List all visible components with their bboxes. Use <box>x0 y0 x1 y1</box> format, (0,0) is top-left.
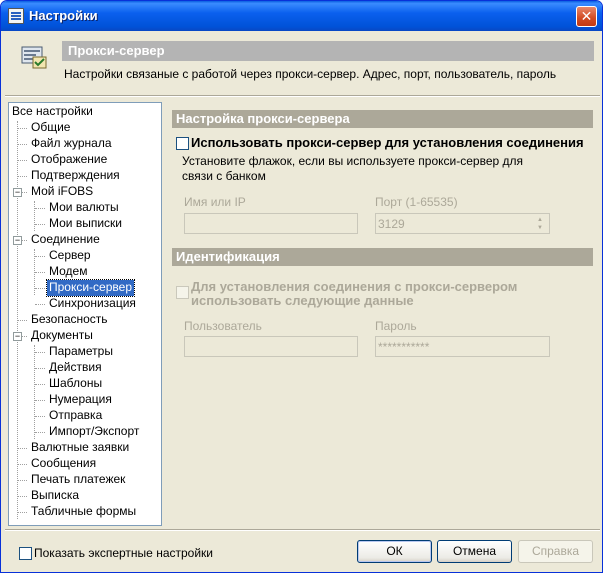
tree-item[interactable]: Общие <box>29 120 72 136</box>
footer-divider <box>5 529 600 531</box>
tree-item[interactable]: Документы <box>29 328 95 344</box>
tree-item[interactable]: Модем <box>47 264 89 280</box>
tree-item[interactable]: Нумерация <box>47 392 114 408</box>
port-value: 3129 <box>378 217 405 231</box>
header-title-bar: Прокси-сервер <box>62 41 594 61</box>
proxy-settings-icon <box>21 46 47 69</box>
tree-connector <box>18 496 27 497</box>
password-label: Пароль <box>375 319 417 333</box>
tree-item[interactable]: Прокси-сервер <box>46 279 135 297</box>
expert-settings-checkbox[interactable] <box>19 547 32 560</box>
host-input[interactable] <box>184 213 358 234</box>
tree-connector <box>18 464 27 465</box>
tree-connector <box>35 304 45 305</box>
close-button[interactable]: ✕ <box>576 6 597 27</box>
tree-connector <box>18 320 27 321</box>
tree-item-all-settings[interactable]: Все настройки <box>10 104 95 120</box>
tree-item[interactable]: Действия <box>47 360 104 376</box>
tree-item[interactable]: Подтверждения <box>29 168 122 184</box>
tree-guide <box>34 345 35 439</box>
proxy-section-header: Настройка прокси-сервера <box>172 110 593 128</box>
tree-item[interactable]: Соединение <box>29 232 102 248</box>
close-icon: ✕ <box>580 8 593 24</box>
collapse-icon[interactable]: − <box>13 332 22 341</box>
use-proxy-label[interactable]: Использовать прокси-сервер для установле… <box>191 135 584 150</box>
tree-item[interactable]: Сервер <box>47 248 93 264</box>
tree-connector <box>35 368 45 369</box>
tree-connector <box>35 272 45 273</box>
tree-item[interactable]: Сообщения <box>29 456 98 472</box>
settings-panel: Настройка прокси-сервера Использовать пр… <box>164 102 601 526</box>
tree-connector <box>18 512 27 513</box>
tree-item[interactable]: Отображение <box>29 152 109 168</box>
tree-connector <box>35 384 45 385</box>
user-label: Пользователь <box>184 319 262 333</box>
title-bar[interactable]: Настройки ✕ <box>1 1 602 31</box>
tree-item[interactable]: Параметры <box>47 344 115 360</box>
use-credentials-checkbox[interactable] <box>176 286 189 299</box>
page-header: Прокси-сервер Настройки связаные с работ… <box>5 31 600 94</box>
password-input[interactable]: *********** <box>375 336 550 357</box>
spin-down-icon[interactable]: ▼ <box>537 225 543 231</box>
tree-connector <box>35 256 45 257</box>
tree-item[interactable]: Отправка <box>47 408 104 424</box>
use-proxy-checkbox[interactable] <box>176 137 189 150</box>
proxy-hint-line1: Установите флажок, если вы используете п… <box>182 154 523 168</box>
page-title: Прокси-сервер <box>68 43 165 58</box>
tree-item[interactable]: Мой iFOBS <box>29 184 95 200</box>
window-title: Настройки <box>29 8 98 23</box>
user-input[interactable] <box>184 336 358 357</box>
tree-guide <box>34 201 35 231</box>
tree-item[interactable]: Печать платежек <box>29 472 127 488</box>
tree-connector <box>18 448 27 449</box>
tree-connector <box>35 224 45 225</box>
tree-item[interactable]: Валютные заявки <box>29 440 131 456</box>
expert-settings-label[interactable]: Показать экспертные настройки <box>34 546 213 560</box>
tree-connector <box>18 128 27 129</box>
port-label: Порт (1-65535) <box>375 195 458 209</box>
tree-item[interactable]: Табличные формы <box>29 504 138 520</box>
proxy-hint-line2: связи с банком <box>182 169 266 183</box>
tree-connector <box>18 480 27 481</box>
collapse-icon[interactable]: − <box>13 188 22 197</box>
tree-connector <box>35 400 45 401</box>
tree-connector <box>18 160 27 161</box>
host-label: Имя или IP <box>184 195 246 209</box>
tree-connector <box>35 288 45 289</box>
section-title: Настройка прокси-сервера <box>176 111 350 126</box>
tree-item[interactable]: Безопасность <box>29 312 110 328</box>
app-icon <box>8 8 24 24</box>
ok-button[interactable]: ОК <box>357 540 432 563</box>
spin-up-icon[interactable]: ▲ <box>537 217 543 223</box>
tree-item[interactable]: Файл журнала <box>29 136 114 152</box>
port-spinner[interactable]: 3129 ▲ ▼ <box>375 213 550 234</box>
settings-window: Настройки ✕ Прокси-сервер Настройки связ… <box>0 0 603 573</box>
tree-item[interactable]: Мои валюты <box>47 200 121 216</box>
cancel-button[interactable]: Отмена <box>437 540 512 563</box>
tree-connector <box>18 176 27 177</box>
page-description: Настройки связаные с работой через прокс… <box>64 67 557 81</box>
header-divider <box>5 95 600 97</box>
tree-connector <box>35 352 45 353</box>
tree-item[interactable]: Импорт/Экспорт <box>47 424 141 440</box>
tree-connector <box>35 416 45 417</box>
help-button[interactable]: Справка <box>518 540 593 563</box>
collapse-icon[interactable]: − <box>13 236 22 245</box>
tree-item[interactable]: Мои выписки <box>47 216 124 232</box>
section-title: Идентификация <box>176 249 280 264</box>
port-spin-buttons[interactable]: ▲ ▼ <box>534 214 549 233</box>
use-credentials-label-line2: использовать следующие данные <box>191 293 414 308</box>
tree-connector <box>18 144 27 145</box>
tree-connector <box>35 432 45 433</box>
settings-tree[interactable]: Все настройки Общие Файл журнала Отображени… <box>8 102 162 526</box>
tree-item[interactable]: Синхронизация <box>47 296 138 312</box>
ident-section-header: Идентификация <box>172 248 593 266</box>
use-credentials-label-line1: Для установления соединения с прокси-сер… <box>191 279 518 294</box>
tree-item[interactable]: Выписка <box>29 488 81 504</box>
tree-item[interactable]: Шаблоны <box>47 376 104 392</box>
tree-connector <box>35 208 45 209</box>
